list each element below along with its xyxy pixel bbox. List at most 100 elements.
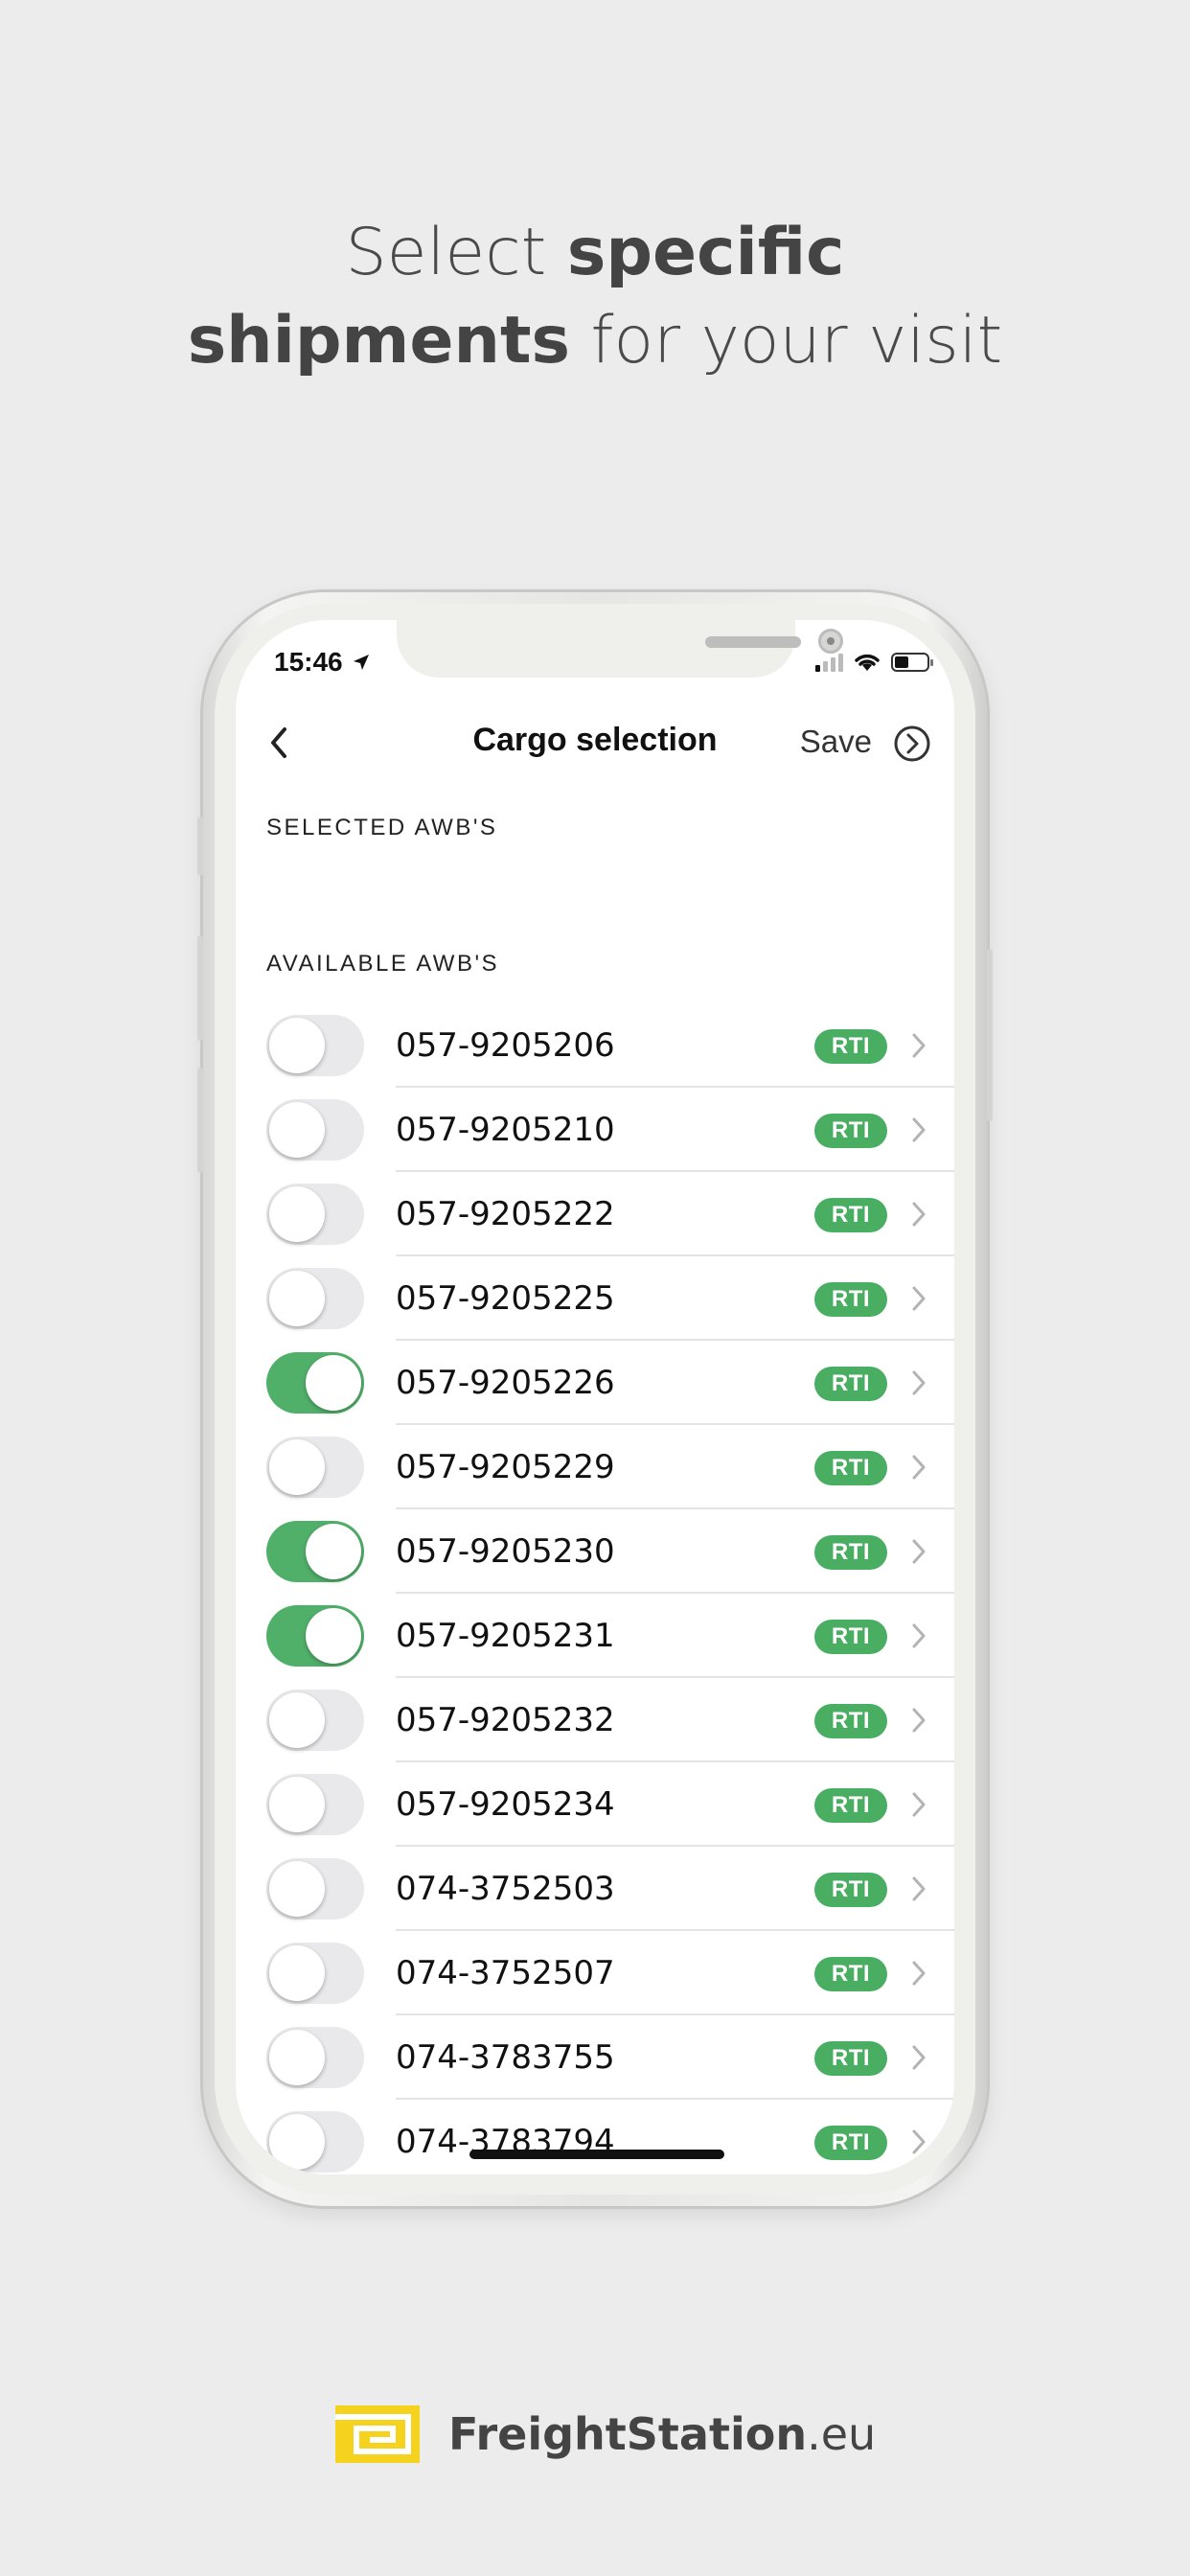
awb-row[interactable]: 057-9205232 RTI — [236, 1678, 954, 1762]
awb-number: 057-9205222 — [396, 1195, 615, 1233]
phone-screen: 15:46 Cargo selection Save SELECTED AWB'… — [236, 620, 954, 2174]
awb-row[interactable]: 057-9205226 RTI — [236, 1341, 954, 1425]
brand-tld: .eu — [807, 2408, 877, 2460]
chevron-right-icon[interactable] — [910, 1538, 927, 1565]
status-icons — [815, 652, 933, 673]
awb-row[interactable]: 057-9205210 RTI — [236, 1088, 954, 1172]
headline-bold-2: shipments — [187, 303, 570, 379]
speaker-grille — [705, 636, 801, 648]
selected-awbs-heading: SELECTED AWB'S — [266, 815, 498, 840]
awb-number: 074-3783755 — [396, 2038, 615, 2077]
next-circle-icon[interactable] — [893, 724, 931, 763]
chevron-right-icon[interactable] — [910, 1622, 927, 1649]
awb-number: 057-9205232 — [396, 1701, 615, 1739]
toggle-knob — [269, 1018, 325, 1073]
toggle-knob — [269, 1861, 325, 1917]
rti-badge: RTI — [814, 1620, 887, 1654]
awb-toggle[interactable] — [266, 1099, 364, 1161]
awb-number: 057-9205206 — [396, 1026, 615, 1065]
chevron-right-icon[interactable] — [910, 2044, 927, 2071]
awb-row[interactable]: 057-9205225 RTI — [236, 1256, 954, 1341]
phone-volume-up-button — [197, 935, 203, 1041]
awb-toggle[interactable] — [266, 2111, 364, 2173]
awb-toggle[interactable] — [266, 1858, 364, 1920]
rti-badge: RTI — [814, 1451, 887, 1485]
awb-toggle[interactable] — [266, 1184, 364, 1245]
rti-badge: RTI — [814, 2126, 887, 2160]
awb-row[interactable]: 057-9205229 RTI — [236, 1425, 954, 1509]
awb-toggle[interactable] — [266, 1521, 364, 1582]
awb-number: 057-9205225 — [396, 1279, 615, 1318]
brand: FreightStation.eu — [335, 2405, 876, 2463]
awb-number: 057-9205210 — [396, 1111, 615, 1149]
cellular-signal-icon — [815, 653, 843, 672]
awb-row[interactable]: 057-9205230 RTI — [236, 1509, 954, 1594]
awb-toggle[interactable] — [266, 2027, 364, 2088]
toggle-knob — [306, 1608, 361, 1664]
chevron-right-icon[interactable] — [910, 1369, 927, 1396]
toggle-knob — [269, 1186, 325, 1242]
phone-silent-switch — [197, 816, 203, 876]
status-time-text: 15:46 — [274, 647, 343, 677]
toggle-knob — [269, 1945, 325, 2001]
chevron-right-icon[interactable] — [910, 1791, 927, 1818]
awb-toggle[interactable] — [266, 1774, 364, 1835]
chevron-right-icon[interactable] — [910, 1116, 927, 1143]
rti-badge: RTI — [814, 1873, 887, 1907]
awb-row[interactable]: 057-9205231 RTI — [236, 1594, 954, 1678]
toggle-knob — [269, 1692, 325, 1748]
awb-toggle[interactable] — [266, 1690, 364, 1751]
toggle-knob — [269, 1439, 325, 1495]
chevron-right-icon[interactable] — [910, 1201, 927, 1228]
notch — [397, 620, 843, 678]
toggle-knob — [306, 1524, 361, 1579]
toggle-knob — [269, 1102, 325, 1158]
rti-badge: RTI — [814, 1788, 887, 1823]
awb-toggle[interactable] — [266, 1268, 364, 1329]
awb-row[interactable]: 074-3783755 RTI — [236, 2015, 954, 2100]
awb-row[interactable]: 074-3783794 RTI — [236, 2100, 954, 2174]
awb-row[interactable]: 057-9205222 RTI — [236, 1172, 954, 1256]
chevron-right-icon[interactable] — [910, 1960, 927, 1987]
rti-badge: RTI — [814, 1114, 887, 1148]
front-camera — [818, 629, 843, 654]
chevron-right-icon[interactable] — [910, 1032, 927, 1059]
chevron-right-icon[interactable] — [910, 2128, 927, 2155]
awb-row[interactable]: 057-9205206 RTI — [236, 1003, 954, 1088]
chevron-right-icon[interactable] — [910, 1707, 927, 1734]
rti-badge: RTI — [814, 1704, 887, 1738]
toggle-knob — [269, 2114, 325, 2170]
awb-toggle[interactable] — [266, 1437, 364, 1498]
awb-list: 057-9205206 RTI 057-9205210 RTI 057-9205222 R… — [236, 1003, 954, 2174]
toggle-knob — [269, 1271, 325, 1326]
awb-toggle[interactable] — [266, 1015, 364, 1076]
awb-number: 057-9205226 — [396, 1364, 615, 1402]
chevron-right-icon[interactable] — [910, 1875, 927, 1902]
rti-badge: RTI — [814, 1957, 887, 1991]
available-awbs-heading: AVAILABLE AWB'S — [266, 951, 500, 977]
status-time: 15:46 — [274, 647, 371, 678]
awb-row[interactable]: 074-3752503 RTI — [236, 1847, 954, 1931]
awb-toggle[interactable] — [266, 1352, 364, 1414]
awb-row[interactable]: 074-3752507 RTI — [236, 1931, 954, 2015]
toggle-knob — [306, 1355, 361, 1411]
rti-badge: RTI — [814, 1029, 887, 1064]
save-button[interactable]: Save — [800, 724, 872, 760]
battery-icon — [891, 653, 933, 672]
chevron-right-icon[interactable] — [910, 1285, 927, 1312]
awb-toggle[interactable] — [266, 1605, 364, 1667]
brand-name: FreightStation.eu — [448, 2408, 876, 2460]
rti-badge: RTI — [814, 1198, 887, 1232]
headline-line-2: shipments for your visit — [0, 297, 1190, 385]
toggle-knob — [269, 1777, 325, 1832]
rti-badge: RTI — [814, 1367, 887, 1401]
phone-volume-down-button — [197, 1068, 203, 1173]
rti-badge: RTI — [814, 1282, 887, 1317]
awb-toggle[interactable] — [266, 1943, 364, 2004]
chevron-right-icon[interactable] — [910, 1454, 927, 1481]
phone-power-button — [987, 949, 993, 1121]
awb-row[interactable]: 057-9205234 RTI — [236, 1762, 954, 1847]
wifi-icon — [855, 654, 880, 671]
headline: Select specific shipments for your visit — [0, 209, 1190, 385]
home-indicator[interactable] — [469, 2150, 724, 2159]
